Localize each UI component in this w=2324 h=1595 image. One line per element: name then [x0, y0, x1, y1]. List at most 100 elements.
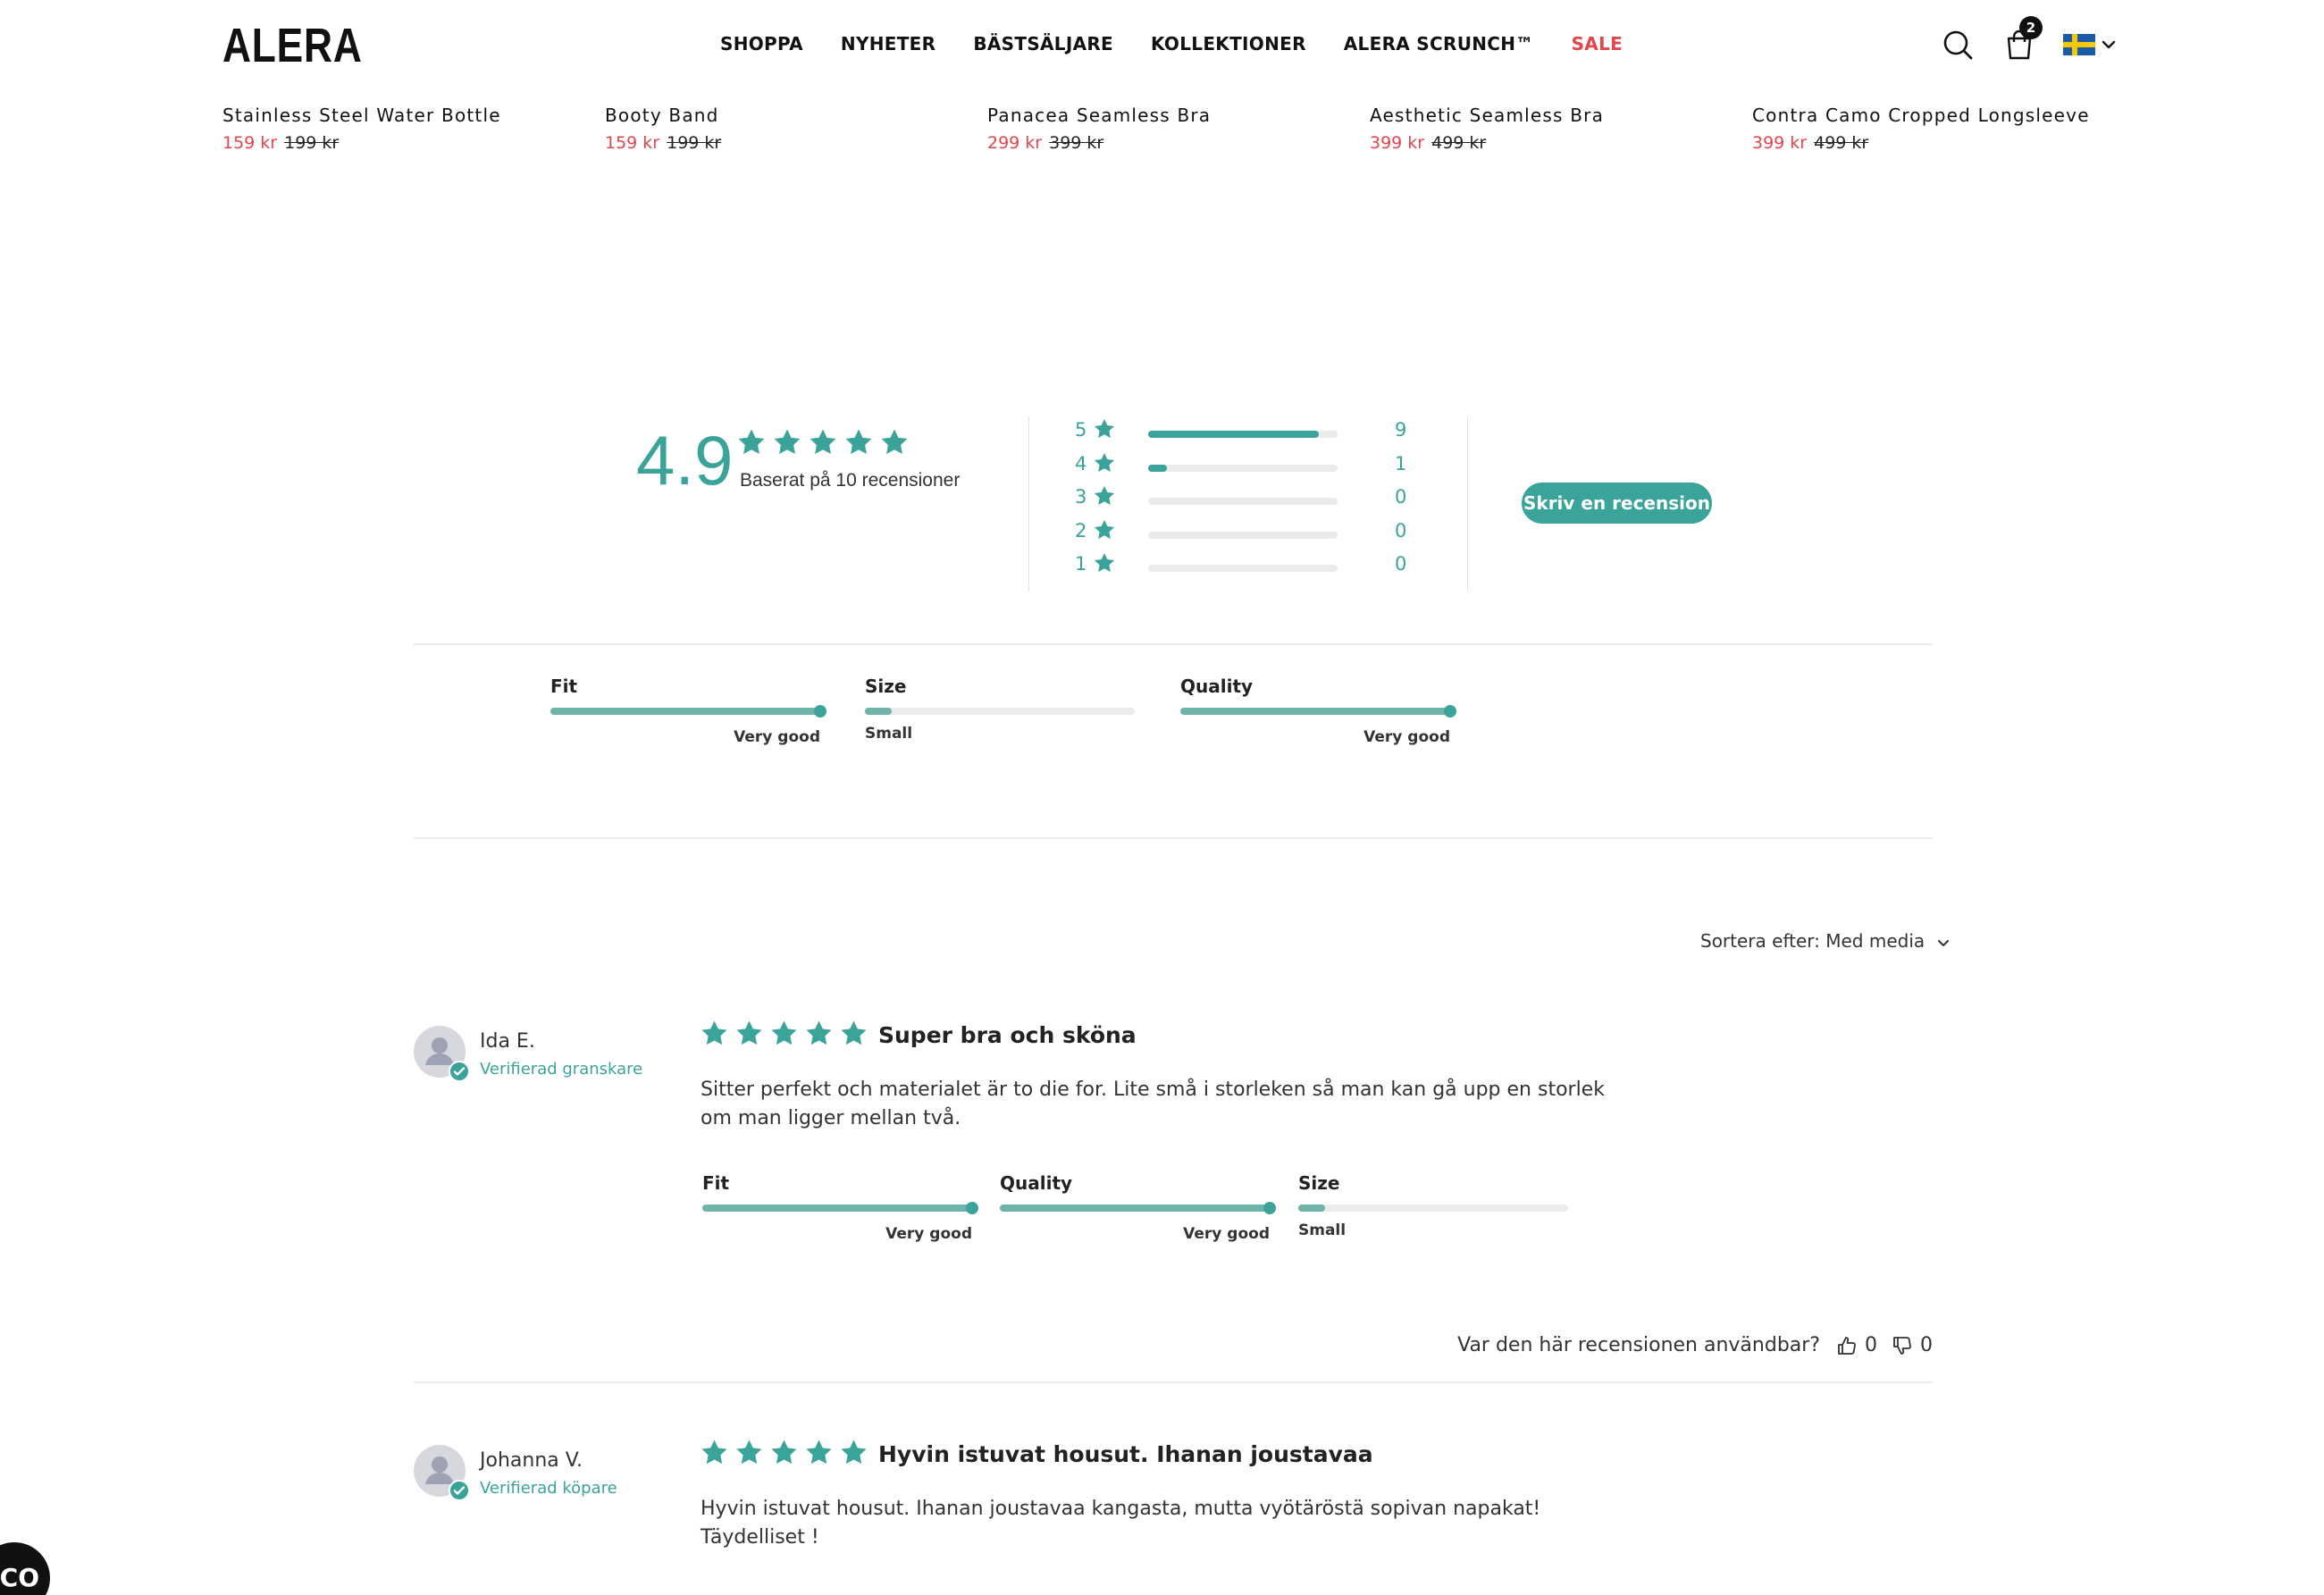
thumbs-up-icon[interactable] — [1836, 1335, 1858, 1356]
attribute-bar — [550, 705, 826, 718]
nav-item-sale[interactable]: SALE — [1572, 32, 1623, 55]
review-attribute-quality: Quality Very good — [1000, 1172, 1276, 1244]
product-card[interactable]: Contra Camo Cropped Longsleeve 399 kr 499… — [1752, 104, 2127, 154]
distribution-count: 9 — [1395, 419, 1407, 441]
attribute-value: Small — [1298, 1221, 1347, 1239]
distribution-row[interactable]: 2 0 — [1075, 517, 1414, 544]
write-review-button[interactable]: Skriv en recension — [1522, 483, 1712, 524]
distribution-row[interactable]: 5 9 — [1075, 416, 1414, 443]
review-attribute-size: Size Small — [1298, 1172, 1568, 1240]
cart-count-badge: 2 — [2019, 16, 2043, 39]
review-stars — [700, 1438, 868, 1467]
distribution-count: 0 — [1395, 520, 1407, 541]
average-stars — [736, 427, 910, 458]
nav-item-alera-scrunch[interactable]: ALERA SCRUNCH™ — [1344, 32, 1534, 55]
sale-price: 159 kr — [222, 133, 278, 153]
attribute-value: Very good — [734, 728, 820, 746]
review-body: Hyvin istuvat housut. Ihanan joustavaa k… — [701, 1498, 1541, 1549]
product-card[interactable]: Aesthetic Seamless Bra 399 kr 499 kr — [1370, 104, 1745, 154]
attribute-value: Very good — [1183, 1225, 1270, 1243]
star-icon — [1093, 518, 1116, 541]
review-attribute-fit: Fit Very good — [702, 1172, 978, 1244]
divider — [414, 837, 1933, 839]
product-price: 399 kr 499 kr — [1752, 132, 2127, 154]
distribution-row[interactable]: 1 0 — [1075, 550, 1414, 577]
review-stars — [700, 1019, 868, 1048]
product-price: 299 kr 399 kr — [987, 132, 1363, 154]
product-name[interactable]: Panacea Seamless Bra — [987, 104, 1363, 127]
star-icon — [804, 1019, 834, 1048]
sale-price: 299 kr — [987, 133, 1043, 153]
distribution-count: 0 — [1395, 486, 1407, 508]
sort-label: Sortera efter: — [1700, 930, 1820, 952]
attribute-bar — [1000, 1202, 1276, 1214]
star-icon — [769, 1438, 799, 1467]
attribute-bar — [865, 708, 1135, 715]
attribute-label: Quality — [1180, 676, 1254, 697]
product-name[interactable]: Stainless Steel Water Bottle — [222, 104, 598, 127]
product-name[interactable]: Booty Band — [605, 104, 980, 127]
attribute-bar — [1180, 705, 1456, 718]
nav-item-kollektioner[interactable]: KOLLEKTIONER — [1151, 32, 1306, 55]
attribute-fit: Fit Very good — [550, 676, 826, 747]
search-icon[interactable] — [1942, 29, 1974, 61]
attribute-label: Quality — [1000, 1172, 1073, 1194]
nav-item-nyheter[interactable]: NYHETER — [841, 32, 935, 55]
avatar — [414, 1026, 470, 1082]
original-price: 499 kr — [1814, 133, 1869, 153]
star-icon — [1093, 551, 1116, 575]
original-price: 499 kr — [1431, 133, 1487, 153]
divider — [1028, 416, 1029, 592]
distribution-count: 1 — [1395, 453, 1407, 474]
attribute-value: Very good — [1363, 728, 1450, 746]
star-icon — [1093, 417, 1116, 441]
distribution-row[interactable]: 3 0 — [1075, 483, 1414, 510]
distribution-count: 0 — [1395, 553, 1407, 575]
thumbs-down-icon[interactable] — [1892, 1335, 1913, 1356]
attribute-label: Size — [865, 676, 907, 697]
distribution-stars: 1 — [1075, 553, 1087, 575]
star-icon — [804, 1438, 834, 1467]
verified-badge: Verifierad granskare — [480, 1060, 643, 1079]
product-price: 399 kr 499 kr — [1370, 132, 1745, 154]
star-icon — [769, 1019, 799, 1048]
reviewer-name: Ida E. — [480, 1030, 535, 1053]
brand-logo[interactable]: ALERA — [222, 20, 363, 71]
review-title: Super bra och sköna — [878, 1022, 1137, 1048]
star-icon — [808, 427, 838, 458]
chat-launcher-button[interactable]: CO — [0, 1542, 50, 1595]
nav-item-bastsaljare[interactable]: BÄSTSÄLJARE — [973, 32, 1113, 55]
attribute-size: Size Small — [865, 676, 1135, 743]
nav-item-shoppa[interactable]: SHOPPA — [720, 32, 803, 55]
sale-price: 159 kr — [605, 133, 660, 153]
distribution-row[interactable]: 4 1 — [1075, 450, 1414, 477]
review-body: Sitter perfekt och materialet är to die … — [701, 1079, 1605, 1129]
product-price: 159 kr 199 kr — [605, 132, 980, 154]
site-header: ALERA SHOPPA NYHETER BÄSTSÄLJARE KOLLEKT… — [0, 0, 2324, 89]
product-card[interactable]: Panacea Seamless Bra 299 kr 399 kr — [987, 104, 1363, 154]
distribution-stars: 3 — [1075, 486, 1087, 508]
star-icon — [772, 427, 802, 458]
chevron-down-icon — [1937, 939, 1949, 946]
product-card[interactable]: Stainless Steel Water Bottle 159 kr 199 k… — [222, 104, 598, 154]
product-name[interactable]: Contra Camo Cropped Longsleeve — [1752, 104, 2127, 127]
sale-price: 399 kr — [1370, 133, 1425, 153]
sweden-flag-icon[interactable] — [2063, 34, 2095, 55]
chevron-down-icon[interactable] — [2100, 36, 2118, 54]
review-title: Hyvin istuvat housut. Ihanan joustavaa — [878, 1441, 1373, 1467]
divider — [414, 643, 1933, 645]
distribution-bar — [1148, 565, 1338, 572]
star-icon — [843, 427, 874, 458]
product-card[interactable]: Booty Band 159 kr 199 kr — [605, 104, 980, 154]
sale-price: 399 kr — [1752, 133, 1808, 153]
review-count-text: Baserat på 10 recensioner — [740, 470, 961, 491]
sort-dropdown[interactable]: Sortera efter: Med media — [1700, 929, 1951, 953]
star-icon — [700, 1438, 729, 1467]
verified-check-icon — [449, 1061, 470, 1082]
sort-value: Med media — [1825, 930, 1925, 952]
reviewer-name: Johanna V. — [480, 1449, 583, 1472]
original-price: 199 kr — [284, 133, 340, 153]
attribute-label: Size — [1298, 1172, 1340, 1194]
main-nav: SHOPPA NYHETER BÄSTSÄLJARE KOLLEKTIONER … — [720, 32, 1660, 55]
product-name[interactable]: Aesthetic Seamless Bra — [1370, 104, 1745, 127]
